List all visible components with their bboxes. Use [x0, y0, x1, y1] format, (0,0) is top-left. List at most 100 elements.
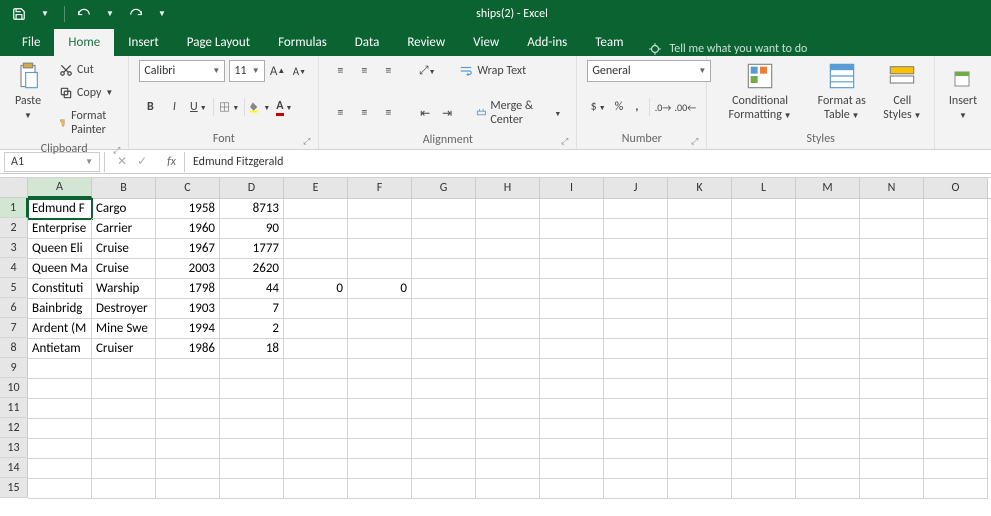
cell-O13[interactable]: [924, 439, 988, 459]
cell-A9[interactable]: [28, 359, 92, 379]
cell-I1[interactable]: [540, 199, 604, 219]
cell-N4[interactable]: [860, 259, 924, 279]
cell-I14[interactable]: [540, 459, 604, 479]
cell-L11[interactable]: [732, 399, 796, 419]
cell-A15[interactable]: [28, 479, 92, 499]
cell-E9[interactable]: [284, 359, 348, 379]
cell-D3[interactable]: 1777: [220, 239, 284, 259]
cell-L4[interactable]: [732, 259, 796, 279]
cell-N13[interactable]: [860, 439, 924, 459]
cell-J10[interactable]: [604, 379, 668, 399]
cell-D14[interactable]: [220, 459, 284, 479]
cell-H2[interactable]: [476, 219, 540, 239]
cell-D8[interactable]: 18: [220, 339, 284, 359]
cell-K5[interactable]: [668, 279, 732, 299]
tab-view[interactable]: View: [459, 29, 513, 56]
col-header-C[interactable]: C: [156, 178, 220, 198]
format-as-table-button[interactable]: Format as Table ▼: [807, 58, 877, 125]
cell-L6[interactable]: [732, 299, 796, 319]
cell-D5[interactable]: 44: [220, 279, 284, 299]
align-center-icon[interactable]: ≡: [353, 102, 375, 124]
col-header-F[interactable]: F: [348, 178, 412, 198]
cell-B15[interactable]: [92, 479, 156, 499]
cell-H8[interactable]: [476, 339, 540, 359]
number-launcher[interactable]: ⤢: [689, 136, 700, 147]
cell-J11[interactable]: [604, 399, 668, 419]
cell-G15[interactable]: [412, 479, 476, 499]
cell-M7[interactable]: [796, 319, 860, 339]
cell-B8[interactable]: Cruiser: [92, 339, 156, 359]
cell-K10[interactable]: [668, 379, 732, 399]
cell-K8[interactable]: [668, 339, 732, 359]
italic-button[interactable]: I: [163, 96, 185, 118]
cell-N10[interactable]: [860, 379, 924, 399]
cell-G5[interactable]: [412, 279, 476, 299]
cell-O9[interactable]: [924, 359, 988, 379]
cell-G9[interactable]: [412, 359, 476, 379]
cell-N2[interactable]: [860, 219, 924, 239]
cell-N15[interactable]: [860, 479, 924, 499]
cells-grid[interactable]: Edmund FCargo19588713EnterpriseCarrier19…: [28, 199, 991, 499]
cell-O12[interactable]: [924, 419, 988, 439]
cell-H11[interactable]: [476, 399, 540, 419]
cell-K2[interactable]: [668, 219, 732, 239]
cell-K6[interactable]: [668, 299, 732, 319]
cell-F2[interactable]: [348, 219, 412, 239]
cell-K7[interactable]: [668, 319, 732, 339]
cell-A11[interactable]: [28, 399, 92, 419]
cell-A14[interactable]: [28, 459, 92, 479]
col-header-E[interactable]: E: [284, 178, 348, 198]
cell-G2[interactable]: [412, 219, 476, 239]
cell-M10[interactable]: [796, 379, 860, 399]
comma-button[interactable]: ,: [629, 96, 645, 118]
cell-H6[interactable]: [476, 299, 540, 319]
cell-O10[interactable]: [924, 379, 988, 399]
cell-C8[interactable]: 1986: [156, 339, 220, 359]
cell-M2[interactable]: [796, 219, 860, 239]
orientation-button[interactable]: ⤢▼: [416, 60, 438, 82]
cut-button[interactable]: Cut: [54, 60, 118, 80]
cell-O2[interactable]: [924, 219, 988, 239]
col-header-M[interactable]: M: [796, 178, 860, 198]
cell-N12[interactable]: [860, 419, 924, 439]
decrease-font-icon[interactable]: A▼: [290, 60, 308, 82]
cell-D2[interactable]: 90: [220, 219, 284, 239]
cell-J7[interactable]: [604, 319, 668, 339]
cell-N5[interactable]: [860, 279, 924, 299]
increase-indent-icon[interactable]: ⇥: [438, 102, 456, 124]
align-bottom-icon[interactable]: ≡: [377, 60, 399, 82]
tab-add-ins[interactable]: Add-ins: [513, 29, 581, 56]
cell-C2[interactable]: 1960: [156, 219, 220, 239]
cell-H10[interactable]: [476, 379, 540, 399]
cell-E15[interactable]: [284, 479, 348, 499]
cell-A2[interactable]: Enterprise: [28, 219, 92, 239]
cell-C11[interactable]: [156, 399, 220, 419]
cell-styles-button[interactable]: Cell Styles ▼: [877, 58, 928, 125]
cell-A7[interactable]: Ardent (M: [28, 319, 92, 339]
cell-E12[interactable]: [284, 419, 348, 439]
align-top-icon[interactable]: ≡: [329, 60, 351, 82]
cell-C9[interactable]: [156, 359, 220, 379]
cell-E8[interactable]: [284, 339, 348, 359]
cell-F4[interactable]: [348, 259, 412, 279]
cell-E10[interactable]: [284, 379, 348, 399]
cell-H5[interactable]: [476, 279, 540, 299]
cell-I12[interactable]: [540, 419, 604, 439]
cell-M3[interactable]: [796, 239, 860, 259]
col-header-H[interactable]: H: [476, 178, 540, 198]
cell-F10[interactable]: [348, 379, 412, 399]
save-button[interactable]: [8, 3, 30, 25]
cell-K14[interactable]: [668, 459, 732, 479]
cell-O11[interactable]: [924, 399, 988, 419]
cell-C5[interactable]: 1798: [156, 279, 220, 299]
tell-me-search[interactable]: Tell me what you want to do: [638, 42, 818, 56]
cell-I5[interactable]: [540, 279, 604, 299]
tab-formulas[interactable]: Formulas: [264, 29, 341, 56]
col-header-A[interactable]: A: [28, 178, 92, 198]
cell-K1[interactable]: [668, 199, 732, 219]
row-header-9[interactable]: 9: [0, 358, 28, 378]
paste-button[interactable]: Paste▼: [6, 58, 50, 124]
tab-insert[interactable]: Insert: [114, 29, 173, 56]
number-format-combo[interactable]: General▼: [587, 60, 711, 82]
currency-button[interactable]: $▼: [587, 96, 609, 118]
